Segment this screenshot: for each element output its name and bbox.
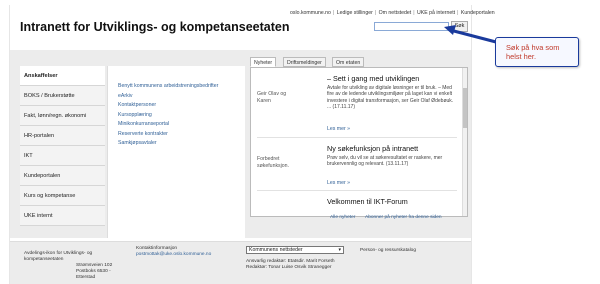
footer-org-name: kompetanseetaten bbox=[24, 257, 64, 262]
news-scrollbar[interactable] bbox=[462, 68, 467, 216]
footer-email-link[interactable]: postmottak@uke.oslo.kommune.no bbox=[136, 252, 211, 258]
annotation-callout: Søk på hva som helst her. bbox=[495, 37, 579, 67]
news-author: Forbedret søkefunksjon. bbox=[257, 156, 290, 169]
sidebar: Anskaffelser BOKS / Brukerstøtte Fakt, l… bbox=[20, 66, 105, 226]
all-news-link[interactable]: Alle nyheter bbox=[330, 215, 355, 220]
subnav-link[interactable]: Kontaktpersoner bbox=[118, 101, 218, 111]
top-link[interactable]: oslo.kommune.no bbox=[290, 10, 331, 16]
top-link[interactable]: UKE på internett bbox=[417, 10, 455, 16]
news-title[interactable]: Ny søkefunksjon på intranett bbox=[327, 144, 418, 153]
sidebar-item-kurs[interactable]: Kurs og kompetanse bbox=[20, 186, 105, 206]
news-text: Avtale for utvikling av digitale løsning… bbox=[327, 85, 454, 110]
divider bbox=[257, 190, 457, 191]
link-separator: | bbox=[332, 10, 335, 16]
subnav-link[interactable]: eArkiv bbox=[118, 92, 218, 102]
footer-catalog-link[interactable]: Person- og ressurskatalog bbox=[360, 248, 416, 254]
sidebar-item-ikt[interactable]: IKT bbox=[20, 146, 105, 166]
sidebar-item-anskaffelser[interactable]: Anskaffelser bbox=[20, 66, 105, 86]
divider bbox=[257, 137, 457, 138]
tab-driftsmeldinger[interactable]: Driftsmeldinger bbox=[283, 57, 326, 67]
sidebar-item-hr-portalen[interactable]: HR-portalen bbox=[20, 126, 105, 146]
news-author: Geir Olav og Karen bbox=[257, 91, 287, 104]
link-separator: | bbox=[413, 10, 415, 16]
news-text: Prøv selv, du vil se at søkeresultatet e… bbox=[327, 155, 443, 168]
news-more-link[interactable]: Les mer » bbox=[327, 180, 350, 186]
subnav-panel: Benytt kommunens arbeidstreningsbedrifte… bbox=[107, 66, 245, 238]
link-separator: | bbox=[457, 10, 459, 16]
subnav-link[interactable]: Samkjøpsavtaler bbox=[118, 139, 218, 149]
sidebar-item-kundeportalen[interactable]: Kundeportalen bbox=[20, 166, 105, 186]
subnav-link[interactable]: Reserverte kontrakter bbox=[118, 130, 218, 140]
subscribe-link[interactable]: Abonner på nyheter fra denne siden bbox=[365, 215, 442, 220]
site-footer: Avdelings-ikon for Utviklings- og kompet… bbox=[10, 241, 471, 284]
news-list: Geir Olav og Karen – Sett i gang med utv… bbox=[250, 67, 468, 217]
annotation-text: Søk på hva som helst her. bbox=[506, 43, 560, 61]
callout-arrow-icon bbox=[444, 25, 498, 44]
tab-om-etaten[interactable]: Om etaten bbox=[332, 57, 365, 67]
site-title[interactable]: Intranett for Utviklings- og kompetansee… bbox=[20, 20, 289, 34]
news-title[interactable]: – Sett i gang med utviklingen bbox=[327, 74, 419, 83]
top-link[interactable]: Ledige stillinger bbox=[337, 10, 373, 16]
subnav-link[interactable]: Kursopplæring bbox=[118, 111, 218, 121]
chevron-down-icon: ▾ bbox=[338, 247, 341, 253]
news-more-link[interactable]: Les mer » bbox=[327, 126, 350, 132]
sites-select-value: Kommunens nettsteder bbox=[249, 247, 303, 253]
sidebar-item-boks[interactable]: BOKS / Brukerstøtte bbox=[20, 86, 105, 106]
footer-editor: Redaktør: Tonar Luise Osvik Stranegger bbox=[246, 265, 332, 270]
tab-nyheter[interactable]: Nyheter bbox=[250, 57, 277, 67]
subnav-link[interactable]: Minikonkurranseportal bbox=[118, 120, 218, 130]
scrollbar-thumb[interactable] bbox=[463, 88, 467, 128]
sidebar-item-fakt[interactable]: Fakt, lønn/regn. økonomi bbox=[20, 106, 105, 126]
top-links: oslo.kommune.no | Ledige stillinger | Om n… bbox=[290, 10, 496, 16]
news-panel: Nyheter Driftsmeldinger Om etaten Geir O… bbox=[250, 57, 468, 217]
subnav-link[interactable]: Benytt kommunens arbeidstreningsbedrifte… bbox=[118, 82, 218, 92]
footer-address: Etterstad bbox=[76, 275, 96, 280]
news-title[interactable]: Velkommen til IKT-Forum bbox=[327, 197, 408, 206]
top-link[interactable]: Kundeportalen bbox=[461, 10, 495, 16]
link-separator: | bbox=[374, 10, 377, 16]
sites-select[interactable]: Kommunens nettsteder ▾ bbox=[246, 246, 344, 254]
sidebar-item-uke-internt[interactable]: UKE internt bbox=[20, 206, 105, 226]
top-link[interactable]: Om nettstedet bbox=[379, 10, 412, 16]
